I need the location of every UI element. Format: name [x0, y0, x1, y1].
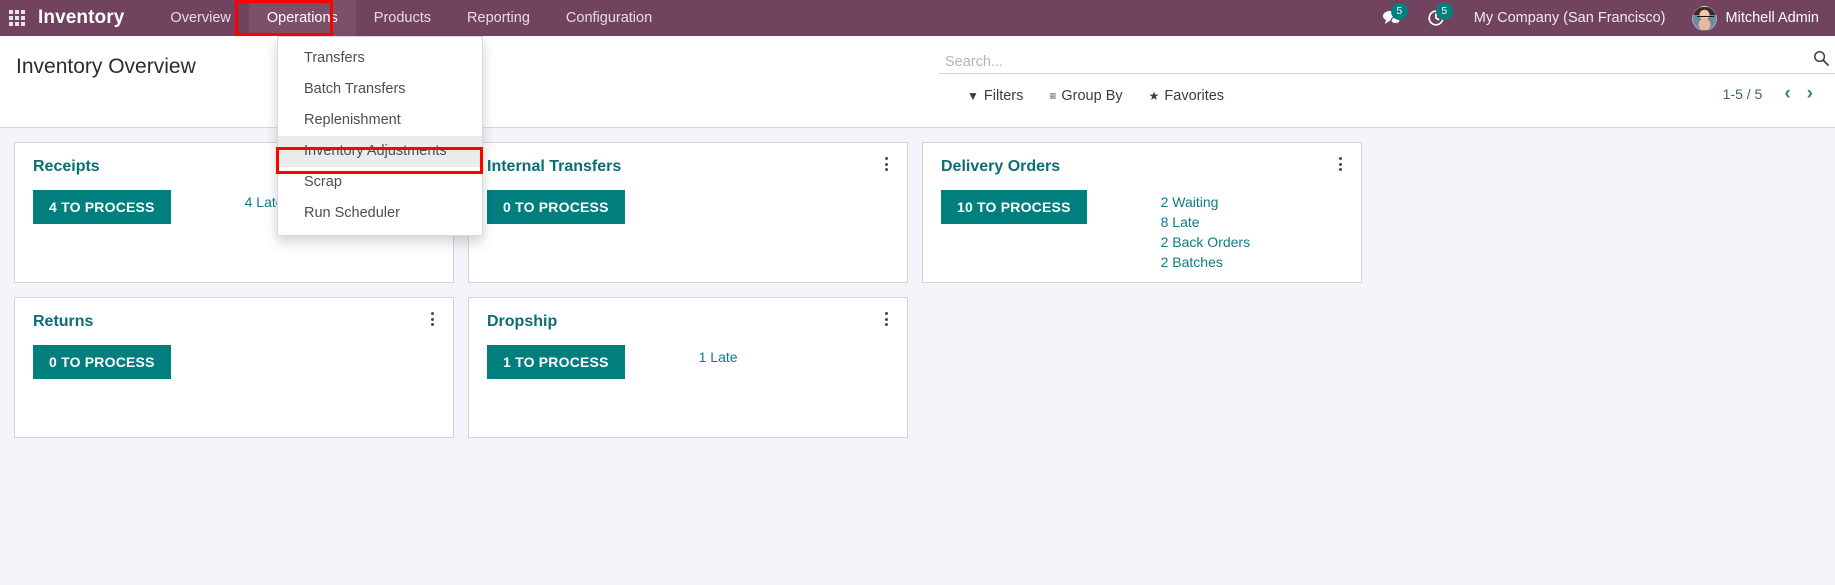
nav-item-operations[interactable]: Operations: [248, 0, 356, 36]
operations-dropdown-menu: Transfers Batch Transfers Replenishment …: [277, 36, 483, 236]
avatar: [1691, 5, 1717, 31]
delivery-batches-link[interactable]: 2 Batches: [1161, 252, 1250, 272]
kanban-board: Receipts 4 TO PROCESS 4 Late Internal Tr…: [0, 128, 1835, 452]
pager-previous-icon[interactable]: ‹: [1776, 84, 1798, 103]
app-brand-inventory[interactable]: Inventory: [34, 7, 130, 29]
activities-button[interactable]: 5: [1414, 0, 1458, 36]
favorites-label: Favorites: [1164, 88, 1225, 104]
card-menu-icon[interactable]: [879, 310, 893, 328]
card-menu-icon[interactable]: [1333, 155, 1347, 173]
dropship-late-link[interactable]: 1 Late: [699, 347, 738, 367]
pager: 1-5 / 5 ‹ ›: [1723, 84, 1821, 103]
page-title: Inventory Overview: [16, 55, 196, 78]
kanban-card-delivery-orders[interactable]: Delivery Orders 10 TO PROCESS 2 Waiting …: [922, 142, 1362, 283]
group-by-icon: ≡: [1049, 89, 1057, 103]
card-title-dropship[interactable]: Dropship: [487, 312, 893, 332]
delivery-orders-stats: 2 Waiting 8 Late 2 Back Orders 2 Batches: [1161, 190, 1250, 272]
control-panel: Inventory Overview ▼ Filters ≡ Group By …: [0, 36, 1835, 128]
star-icon: ★: [1148, 89, 1160, 103]
filters-label: Filters: [983, 88, 1024, 104]
delivery-orders-to-process-button[interactable]: 10 TO PROCESS: [941, 190, 1087, 224]
receipts-to-process-button[interactable]: 4 TO PROCESS: [33, 190, 171, 224]
navbar-right-tools: 5 5 My Company (San Francisco) Mitchell …: [1369, 0, 1835, 36]
card-menu-icon[interactable]: [879, 155, 893, 173]
returns-to-process-button[interactable]: 0 TO PROCESS: [33, 345, 171, 379]
delivery-waiting-link[interactable]: 2 Waiting: [1161, 192, 1250, 212]
apps-grid-icon[interactable]: [0, 0, 34, 36]
navbar-menu: Overview Operations Products Reporting C…: [152, 0, 670, 36]
search-bar: [939, 46, 1835, 74]
company-switcher[interactable]: My Company (San Francisco): [1458, 10, 1682, 26]
favorites-button[interactable]: ★ Favorites: [1149, 88, 1224, 104]
delivery-late-link[interactable]: 8 Late: [1161, 212, 1250, 232]
nav-item-products[interactable]: Products: [356, 0, 449, 36]
search-icon[interactable]: [1807, 50, 1835, 73]
messages-badge: 5: [1390, 3, 1408, 20]
activities-badge: 5: [1435, 3, 1453, 20]
user-menu[interactable]: Mitchell Admin: [1682, 5, 1823, 31]
pager-count: 1-5 / 5: [1722, 85, 1763, 102]
nav-item-reporting[interactable]: Reporting: [449, 0, 548, 36]
kanban-card-internal-transfers[interactable]: Internal Transfers 0 TO PROCESS: [468, 142, 908, 283]
card-title-delivery-orders[interactable]: Delivery Orders: [941, 157, 1347, 177]
kanban-card-returns[interactable]: Returns 0 TO PROCESS: [14, 297, 454, 438]
delivery-back-orders-link[interactable]: 2 Back Orders: [1161, 232, 1250, 252]
nav-item-configuration[interactable]: Configuration: [548, 0, 670, 36]
card-title-internal-transfers[interactable]: Internal Transfers: [487, 157, 893, 177]
dropdown-item-scrap[interactable]: Scrap: [278, 167, 482, 198]
nav-item-overview[interactable]: Overview: [152, 0, 248, 36]
internal-transfers-to-process-button[interactable]: 0 TO PROCESS: [487, 190, 625, 224]
dropdown-item-replenishment[interactable]: Replenishment: [278, 105, 482, 136]
group-by-button[interactable]: ≡ Group By: [1049, 88, 1122, 104]
card-title-returns[interactable]: Returns: [33, 312, 439, 332]
dropdown-item-run-scheduler[interactable]: Run Scheduler: [278, 198, 482, 229]
messages-button[interactable]: 5: [1369, 0, 1414, 36]
pager-next-icon[interactable]: ›: [1799, 84, 1821, 103]
filters-button[interactable]: ▼ Filters: [967, 88, 1023, 104]
dropdown-item-inventory-adjustments[interactable]: Inventory Adjustments: [278, 136, 482, 167]
dropship-to-process-button[interactable]: 1 TO PROCESS: [487, 345, 625, 379]
kanban-card-dropship[interactable]: Dropship 1 TO PROCESS 1 Late: [468, 297, 908, 438]
search-input[interactable]: [939, 54, 1807, 73]
search-tools: ▼ Filters ≡ Group By ★ Favorites: [967, 88, 1835, 104]
user-name-label: Mitchell Admin: [1725, 10, 1819, 26]
dropship-stats: 1 Late: [699, 345, 738, 367]
group-by-label: Group By: [1061, 88, 1123, 104]
dropdown-item-batch-transfers[interactable]: Batch Transfers: [278, 74, 482, 105]
control-panel-right: ▼ Filters ≡ Group By ★ Favorites 1-5 / 5…: [939, 36, 1835, 127]
dropdown-item-transfers[interactable]: Transfers: [278, 43, 482, 74]
filter-icon: ▼: [967, 89, 979, 103]
card-menu-icon[interactable]: [425, 310, 439, 328]
top-navbar: Inventory Overview Operations Products R…: [0, 0, 1835, 36]
